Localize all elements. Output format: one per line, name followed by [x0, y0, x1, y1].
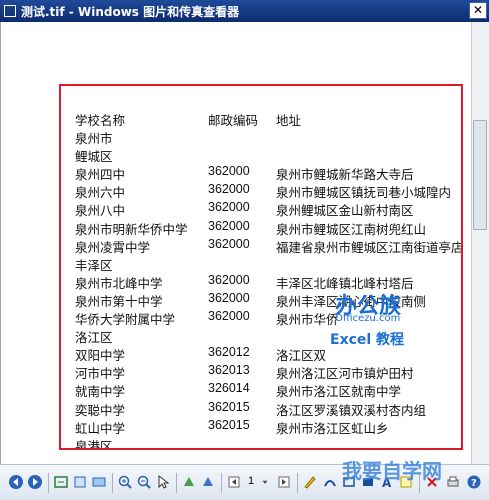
table-row: 鲤城区: [75, 146, 461, 165]
school-name-cell: 虹山中学: [75, 420, 126, 436]
zoom-out-icon[interactable]: [136, 474, 152, 490]
annotation-icon[interactable]: [200, 474, 216, 490]
scrollbar-thumb[interactable]: [473, 120, 487, 230]
table-row: 丰泽区: [75, 255, 461, 273]
school-name-cell: 河市中学: [75, 366, 126, 382]
toolbar-separator: [176, 473, 177, 493]
slideshow-icon[interactable]: [91, 474, 107, 490]
header-address: 地址: [276, 113, 302, 128]
table-row: 泉州六中 362000 泉州市鲤城区镇抚司巷小城隍内: [75, 182, 461, 201]
address-cell: 泉州市洛江区虹山乡: [276, 420, 389, 436]
postcode-cell: 362000: [208, 218, 250, 233]
address-cell: 泉州市鲤城区镇抚司巷小城隍内: [276, 185, 452, 201]
header-school-name: 学校名称: [75, 113, 126, 128]
address-cell: 洛江区罗溪镇双溪村杏内组: [276, 402, 427, 418]
page-number: 1: [248, 475, 255, 487]
postcode-cell: 326014: [208, 381, 250, 396]
page-dropdown-icon[interactable]: [260, 474, 270, 490]
title-bar: 测试.tif - Windows 图片和传真查看器 ✕: [0, 0, 489, 22]
postcode-cell: 362000: [208, 182, 250, 197]
toolbar-separator: [48, 473, 49, 493]
next-image-icon[interactable]: [27, 474, 43, 490]
postcode-cell: 362000: [208, 309, 250, 323]
address-cell: 泉州市鲤城新华路大寺后: [276, 167, 414, 183]
next-page-icon[interactable]: [276, 474, 292, 490]
watermark-site: Officezu.com: [335, 313, 401, 324]
first-page-icon[interactable]: [226, 474, 242, 490]
school-name-cell: 泉州市北峰中学: [75, 275, 163, 291]
table-row: 双阳中学 362012 洛江区双: [75, 345, 461, 364]
table-row: 就南中学 326014 泉州市洛江区就南中学: [75, 381, 461, 400]
window-title: 测试.tif - Windows 图片和传真查看器: [21, 4, 240, 19]
school-name-cell: 泉州市明新华侨中学: [75, 221, 188, 237]
table-row: 华侨大学附属中学 362000 泉州市华侨: [75, 309, 461, 327]
best-fit-icon[interactable]: [53, 474, 69, 490]
address-cell: 泉州鲤城区金山新村南区: [276, 203, 414, 219]
postcode-cell: 362012: [208, 345, 250, 360]
address-cell: 洛江区双: [276, 348, 327, 364]
postcode-cell: 362015: [208, 417, 250, 432]
highlight-icon[interactable]: [322, 474, 338, 490]
help-icon[interactable]: ?: [466, 474, 482, 490]
table-row: 泉港区: [75, 436, 461, 450]
toolbar-separator: [221, 473, 222, 493]
address-cell: 泉州市华侨: [276, 312, 339, 327]
table-row: 泉州市第十中学 362000 泉州丰泽区湖心街中段南侧: [75, 290, 461, 309]
header-postcode: 邮政编码: [208, 113, 259, 128]
school-name-cell: 泉州四中: [75, 167, 126, 183]
school-name-cell: 泉州八中: [75, 203, 126, 219]
pen-icon[interactable]: [302, 474, 318, 490]
svg-text:?: ?: [471, 478, 477, 489]
school-name-cell: 洛江区: [75, 330, 113, 346]
table-row: 虹山中学 362015 泉州市洛江区虹山乡: [75, 417, 461, 436]
print-icon[interactable]: [445, 474, 461, 490]
school-name-cell: 丰泽区: [75, 257, 113, 273]
address-cell: 泉州市洛江区就南中学: [276, 384, 402, 400]
school-name-cell: 泉州市: [75, 131, 113, 146]
school-name-cell: 泉港区: [75, 438, 113, 450]
table-row: 泉州市北峰中学 362000 丰泽区北峰镇北峰村塔后: [75, 272, 461, 291]
vertical-scrollbar[interactable]: [471, 22, 489, 464]
school-name-cell: 华侨大学附属中学: [75, 312, 176, 327]
toolbar-separator: [112, 473, 113, 493]
watermark-tagline: Excel 教程: [330, 332, 405, 348]
table-row: 泉州市明新华侨中学 362000 泉州市鲤城区江南树兜红山: [75, 218, 461, 237]
hand-icon[interactable]: [181, 474, 197, 490]
address-cell: 泉州洛江区河市镇炉田村: [276, 366, 414, 382]
close-button[interactable]: ✕: [469, 2, 487, 19]
school-name-cell: 鲤城区: [75, 149, 113, 165]
address-cell: 福建省泉州市鲤城区江南街道亭店: [276, 239, 463, 255]
previous-image-icon[interactable]: [8, 474, 24, 490]
actual-size-icon[interactable]: [72, 474, 88, 490]
table-row: 洛江区: [75, 327, 461, 346]
toolbar-separator: [297, 473, 298, 493]
app-icon: [4, 5, 16, 17]
postcode-cell: 362000: [208, 290, 250, 305]
postcode-cell: 362015: [208, 399, 250, 414]
table-row: 泉州市: [75, 128, 461, 146]
postcode-cell: 362000: [208, 236, 250, 251]
postcode-cell: 362000: [208, 272, 250, 287]
school-name-cell: 奕聪中学: [75, 402, 126, 418]
school-name-cell: 泉州市第十中学: [75, 293, 163, 309]
table-row: 泉州八中 362000 泉州鲤城区金山新村南区: [75, 200, 461, 219]
postcode-cell: 362000: [208, 200, 250, 215]
address-cell: 泉州市鲤城区江南树兜红山: [276, 221, 427, 237]
table-row: 泉州凌霄中学 362000 福建省泉州市鲤城区江南街道亭店: [75, 236, 463, 255]
table-row: 奕聪中学 362015 洛江区罗溪镇双溪村杏内组: [75, 399, 461, 418]
table-row: 河市中学 362013 泉州洛江区河市镇炉田村: [75, 363, 461, 382]
table-row: 泉州四中 362000 泉州市鲤城新华路大寺后: [75, 164, 461, 183]
table-header-row: 学校名称 邮政编码 地址: [75, 110, 461, 128]
school-name-cell: 泉州六中: [75, 185, 126, 201]
select-icon[interactable]: [155, 474, 171, 490]
postcode-cell: 362013: [208, 363, 250, 378]
postcode-cell: 362000: [208, 164, 250, 179]
zoom-in-icon[interactable]: [117, 474, 133, 490]
watermark-bottom: 我要自学网: [342, 459, 442, 483]
school-name-cell: 双阳中学: [75, 348, 126, 364]
school-name-cell: 泉州凌霄中学: [75, 239, 151, 255]
tif-image: 学校名称 邮政编码 地址 泉州市鲤城区泉州四中 362000 泉州市鲤城新华路大寺后…: [59, 84, 463, 450]
school-name-cell: 就南中学: [75, 384, 126, 400]
